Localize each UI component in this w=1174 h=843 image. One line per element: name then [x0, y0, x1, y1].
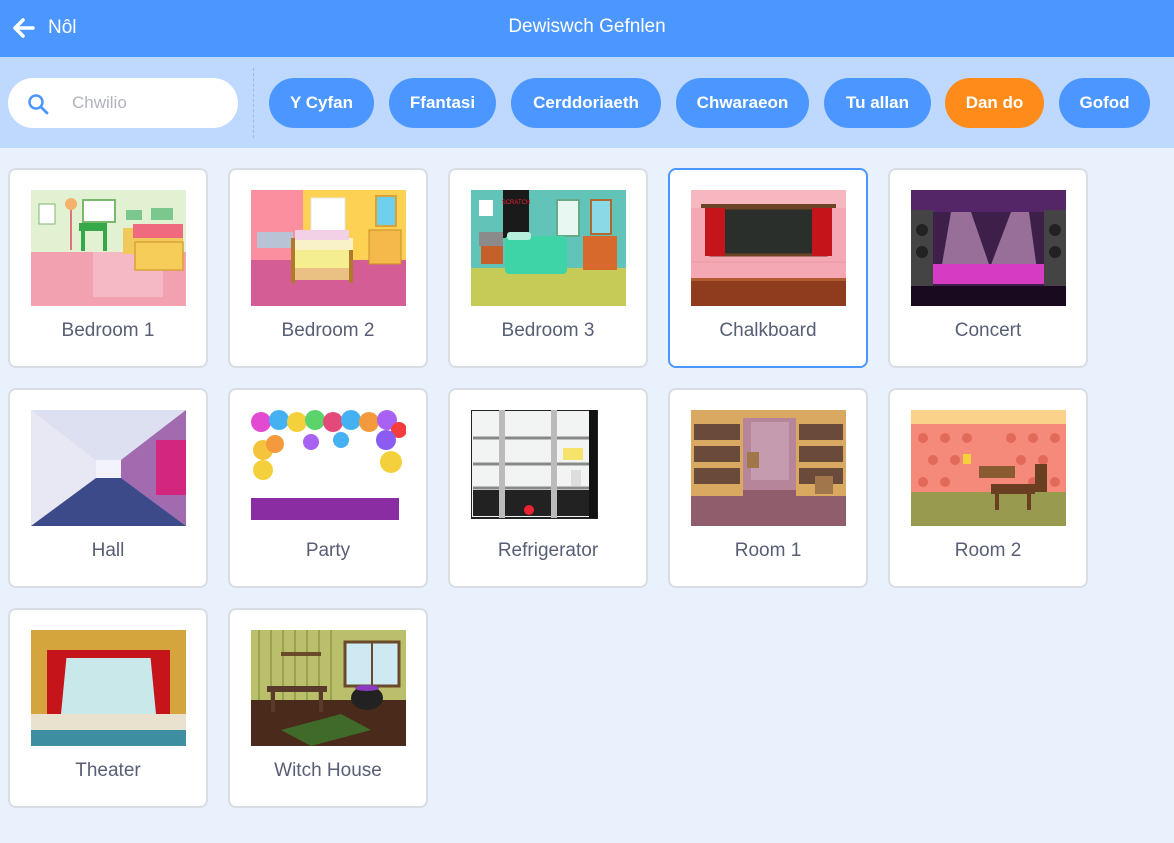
poster-art: SCRATCH — [502, 200, 531, 206]
backdrop-name: Witch House — [274, 760, 382, 781]
page-title: Dewiswch Gefnlen — [508, 16, 666, 37]
backdrop-card-bedroom-2[interactable]: Bedroom 2 — [228, 168, 428, 368]
backdrop-card-bedroom-3[interactable]: SCRATCH Bedroom 3 — [448, 168, 648, 368]
backdrop-thumbnail — [251, 630, 406, 746]
backdrop-thumbnail — [31, 190, 186, 306]
backdrop-card-room-2[interactable]: Room 2 — [888, 388, 1088, 588]
backdrop-card-theater[interactable]: Theater — [8, 608, 208, 808]
backdrop-card-witch-house[interactable]: Witch House — [228, 608, 428, 808]
backdrop-thumbnail — [31, 630, 186, 746]
backdrop-card-bedroom-1[interactable]: Bedroom 1 — [8, 168, 208, 368]
backdrop-thumbnail: SCRATCH — [471, 190, 626, 306]
backdrop-name: Bedroom 1 — [61, 320, 155, 341]
backdrop-card-room-1[interactable]: Room 1 — [668, 388, 868, 588]
backdrop-thumbnail — [31, 410, 186, 526]
backdrop-thumbnail — [911, 190, 1066, 306]
backdrop-card-hall[interactable]: Hall — [8, 388, 208, 588]
backdrop-name: Room 2 — [954, 540, 1022, 561]
filter-bar: Y Cyfan Ffantasi Cerddoriaeth Chwaraeon … — [0, 57, 1174, 148]
backdrop-card-chalkboard[interactable]: Chalkboard — [668, 168, 868, 368]
backdrop-thumbnail — [471, 410, 626, 526]
tag-y-cyfan[interactable]: Y Cyfan — [269, 78, 374, 128]
backdrop-name: Refrigerator — [497, 540, 599, 561]
backdrop-thumbnail — [251, 410, 406, 526]
tag-gofod[interactable]: Gofod — [1059, 78, 1150, 128]
backdrop-card-concert[interactable]: Concert — [888, 168, 1088, 368]
backdrop-name: Room 1 — [734, 540, 802, 561]
tag-ffantasi[interactable]: Ffantasi — [389, 78, 496, 128]
search-input[interactable] — [72, 90, 222, 116]
backdrop-name: Theater — [75, 760, 141, 781]
tag-cerddoriaeth[interactable]: Cerddoriaeth — [511, 78, 661, 128]
tag-dan-do[interactable]: Dan do — [945, 78, 1044, 128]
backdrop-card-refrigerator[interactable]: Refrigerator — [448, 388, 648, 588]
backdrop-card-party[interactable]: Party — [228, 388, 428, 588]
search-box[interactable] — [8, 78, 238, 128]
backdrop-name: Bedroom 2 — [281, 320, 375, 341]
search-icon — [28, 94, 49, 115]
filter-divider — [253, 68, 254, 138]
backdrop-thumbnail — [251, 190, 406, 306]
backdrop-thumbnail — [911, 410, 1066, 526]
backdrop-name: Concert — [954, 320, 1022, 341]
backdrop-thumbnail — [691, 190, 846, 306]
backdrop-thumbnail — [691, 410, 846, 526]
backdrop-name: Party — [305, 540, 351, 561]
tag-tu-allan[interactable]: Tu allan — [824, 78, 931, 128]
tag-chwaraeon[interactable]: Chwaraeon — [676, 78, 809, 128]
backdrop-name: Hall — [91, 540, 125, 561]
header-bar: Nôl Dewiswch Gefnlen — [0, 0, 1174, 57]
backdrop-name: Bedroom 3 — [501, 320, 595, 341]
backdrop-name: Chalkboard — [719, 320, 817, 341]
